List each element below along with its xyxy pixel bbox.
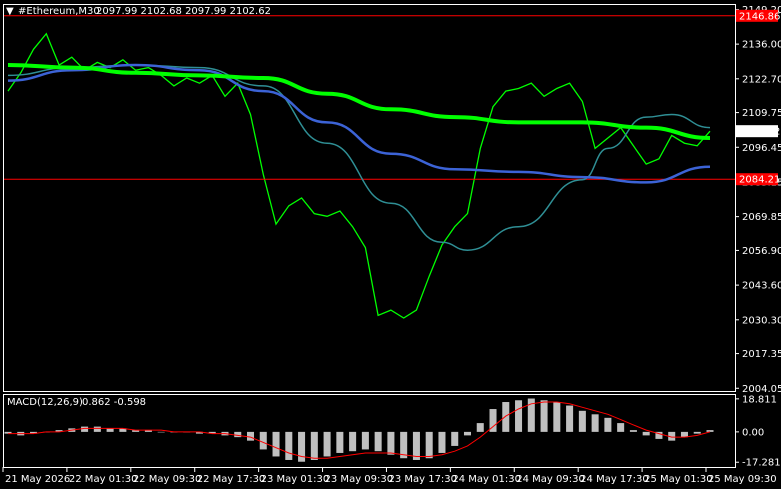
macd-histogram-bar [578,410,586,432]
macd-histogram-bar [323,431,331,457]
macd-histogram-bar [604,417,612,432]
macd-histogram-bar [693,431,701,434]
macd-tick-label: 0.00 [742,427,764,438]
time-tick-label: 25 May 09:30 [708,474,777,485]
price-tick-label: 2004.05 [742,384,781,395]
macd-histogram-bar [617,423,625,432]
macd-histogram-bar [425,431,433,459]
time-tick-label: 22 May 01:30 [69,474,138,485]
price-tick-label: 2030.30 [742,315,781,326]
macd-label: MACD(12,26,9) [7,397,83,408]
moving-average-ma_mid [7,64,711,251]
time-tick-label: 24 May 09:30 [516,474,585,485]
moving-average-ma_fast [7,63,711,140]
time-tick-label: 24 May 01:30 [452,474,521,485]
price-tick-label: 2122.70 [742,74,781,85]
level-price-tag: 2146.86 [739,11,780,22]
time-tick-label: 23 May 09:30 [325,474,394,485]
macd-histogram-bar [157,431,165,433]
macd-histogram-bar [361,431,369,450]
macd-histogram-bar [591,414,599,432]
chart-ohlc-values: 2097.99 2102.68 2097.99 2102.62 [96,6,271,17]
price-tick-label: 2096.45 [742,143,781,154]
macd-histogram-bar [272,431,280,457]
macd-histogram-bar [336,431,344,453]
price-tick-label: 2136.00 [742,40,781,51]
macd-histogram-bar [540,400,548,432]
macd-histogram-bar [285,431,293,460]
time-tick-label: 22 May 17:30 [197,474,266,485]
macd-histogram-bar [706,430,714,432]
price-axis: 2149.202136.002122.702109.752096.452083.… [735,5,781,395]
price-tick-label: 2069.85 [742,212,781,223]
macd-histogram-bar [259,431,267,450]
macd-histogram-bar [234,431,242,438]
chart-canvas[interactable]: 2149.202136.002122.702109.752096.452083.… [0,0,781,489]
macd-histogram-bar [93,426,101,432]
macd-axis: 18.811 0.00 -17.281 [735,394,781,469]
price-series-group [7,32,711,319]
macd-histogram-bar [515,400,523,432]
price-tick-label: 2043.60 [742,281,781,292]
macd-histogram-bar [451,431,459,446]
current-price-tag: 2102.62 [739,127,780,138]
price-tick-label: 2109.75 [742,108,781,119]
time-tick-label: 23 May 01:30 [261,474,330,485]
macd-histogram-bar [374,431,382,452]
macd-histogram-bar [553,402,561,432]
time-tick-label: 21 May 2026 [5,474,70,485]
time-tick-label: 24 May 17:30 [580,474,649,485]
price-tags: 2146.86 2084.21 2102.62 [736,9,780,186]
macd-histogram-bar [566,405,574,432]
price-tick-label: 2056.90 [742,246,781,257]
macd-histogram-bar [463,431,472,436]
chart-symbol-title: #Ethereum,M30 [18,6,100,17]
time-tick-label: 22 May 09:30 [133,474,202,485]
macd-histogram-bar [310,431,318,460]
macd-values: 0.862 -0.598 [82,397,146,408]
price-line [7,32,711,319]
level-price-tag: 2084.21 [739,175,780,186]
macd-histogram-bar [349,431,357,452]
moving-averages-group [7,63,711,251]
macd-histogram-bar [502,402,510,432]
macd-histogram-bar [642,431,650,436]
time-axis: 21 May 202622 May 01:3022 May 09:3022 Ma… [2,467,777,485]
price-tick-label: 2017.35 [742,349,781,360]
horizontal-levels-group [4,15,735,180]
macd-histogram-bar [387,431,395,455]
time-tick-label: 25 May 01:30 [644,474,713,485]
macd-tick-label: -17.281 [742,458,781,469]
macd-histogram-bar [81,426,89,432]
time-tick-label: 23 May 17:30 [388,474,457,485]
price-panel-frame [3,4,736,392]
macd-tick-label: 18.811 [742,394,777,405]
macd-histogram-bar [629,430,637,432]
macd-histogram-bar [246,431,255,441]
macd-histogram-bar [438,431,446,453]
macd-histogram-bar [476,423,484,432]
collapse-arrow-icon[interactable]: ▼ [6,6,14,17]
